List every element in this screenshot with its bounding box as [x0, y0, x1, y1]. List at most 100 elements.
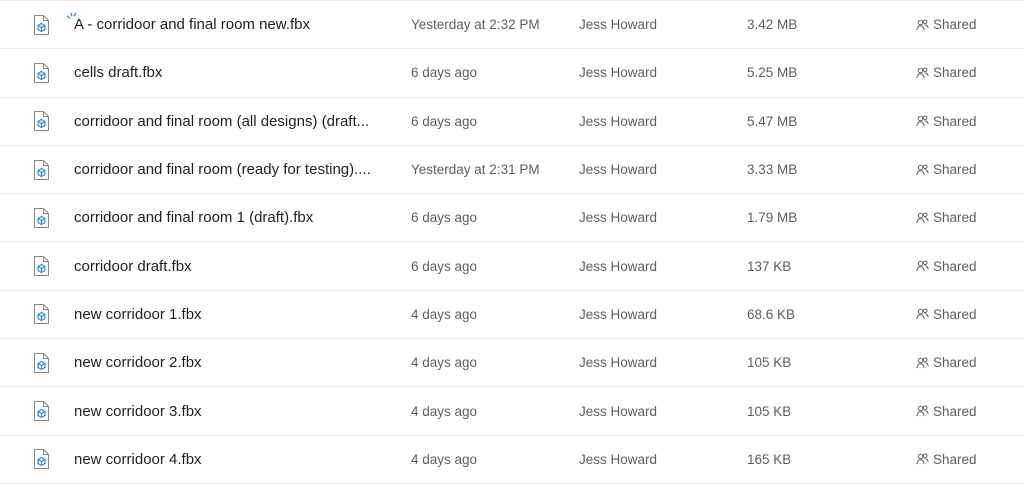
- file-type-cell[interactable]: [29, 194, 53, 241]
- file-size-cell: 3.42 MB: [747, 1, 867, 48]
- file-name-cell[interactable]: new corridoor 1.fbx: [74, 291, 392, 338]
- sharing-status[interactable]: Shared: [933, 452, 977, 467]
- modified-by-name[interactable]: Jess Howard: [579, 65, 657, 80]
- sharing-status[interactable]: Shared: [933, 162, 977, 177]
- shared-people-icon: [916, 19, 929, 31]
- file-size: 1.79 MB: [747, 210, 798, 226]
- file-size: 68.6 KB: [747, 306, 796, 322]
- sharing-status[interactable]: Shared: [933, 17, 977, 32]
- file-row[interactable]: corridoor and final room (all designs) (…: [0, 98, 1024, 146]
- modified-date: 4 days ago: [411, 451, 478, 467]
- modified-by-name[interactable]: Jess Howard: [579, 355, 657, 370]
- file-name-link[interactable]: new corridoor 3.fbx: [74, 403, 202, 420]
- file-name-link[interactable]: corridoor and final room 1 (draft).fbx: [74, 209, 313, 226]
- file-size-cell: 1.79 MB: [747, 194, 867, 241]
- 3d-file-icon: [33, 352, 49, 373]
- file-row[interactable]: new corridoor 3.fbx 4 days ago Jess Howa…: [0, 387, 1024, 436]
- modified-by-name[interactable]: Jess Howard: [579, 259, 657, 274]
- shared-people-icon: [916, 453, 929, 465]
- file-name-cell[interactable]: A - corridoor and final room new.fbx: [74, 1, 392, 48]
- sharing-status[interactable]: Shared: [933, 65, 977, 80]
- 3d-file-icon: [33, 304, 49, 325]
- file-name-link[interactable]: corridoor and final room (ready for test…: [74, 161, 371, 178]
- sharing-cell[interactable]: Shared: [916, 98, 1016, 145]
- modified-date: 6 days ago: [411, 113, 478, 129]
- sharing-cell[interactable]: Shared: [916, 436, 1016, 483]
- file-row[interactable]: new corridoor 2.fbx 4 days ago Jess Howa…: [0, 339, 1024, 388]
- file-name-link[interactable]: corridoor draft.fbx: [74, 258, 192, 275]
- sharing-cell[interactable]: Shared: [916, 1, 1016, 48]
- sharing-cell[interactable]: Shared: [916, 49, 1016, 96]
- modified-by-name[interactable]: Jess Howard: [579, 17, 657, 32]
- file-list: A - corridoor and final room new.fbx Yes…: [0, 0, 1024, 497]
- modified-date: 6 days ago: [411, 210, 478, 226]
- file-type-cell[interactable]: [29, 49, 53, 96]
- file-name-cell[interactable]: new corridoor 4.fbx: [74, 436, 392, 483]
- file-type-cell[interactable]: [29, 436, 53, 483]
- sharing-cell[interactable]: Shared: [916, 242, 1016, 289]
- modified-cell: 4 days ago: [411, 436, 561, 483]
- sharing-status[interactable]: Shared: [933, 307, 977, 322]
- file-row[interactable]: new corridoor 1.fbx 4 days ago Jess Howa…: [0, 291, 1024, 340]
- sharing-cell[interactable]: Shared: [916, 291, 1016, 338]
- modified-cell: Yesterday at 2:31 PM: [411, 146, 561, 193]
- modified-cell: 6 days ago: [411, 98, 561, 145]
- file-name-cell[interactable]: new corridoor 3.fbx: [74, 387, 392, 434]
- sharing-cell[interactable]: Shared: [916, 194, 1016, 241]
- 3d-file-icon: [33, 159, 49, 180]
- file-size: 3.42 MB: [747, 17, 798, 33]
- file-type-cell[interactable]: [29, 339, 53, 386]
- file-type-cell[interactable]: [29, 291, 53, 338]
- modified-by-cell: Jess Howard: [579, 387, 729, 434]
- sharing-status[interactable]: Shared: [933, 355, 977, 370]
- file-size-cell: 165 KB: [747, 436, 867, 483]
- file-name-link[interactable]: A - corridoor and final room new.fbx: [74, 16, 310, 33]
- sharing-status[interactable]: Shared: [933, 404, 977, 419]
- modified-by-name[interactable]: Jess Howard: [579, 452, 657, 467]
- modified-by-name[interactable]: Jess Howard: [579, 114, 657, 129]
- modified-by-name[interactable]: Jess Howard: [579, 404, 657, 419]
- file-size-cell: 105 KB: [747, 387, 867, 434]
- file-name-link[interactable]: new corridoor 2.fbx: [74, 354, 202, 371]
- sharing-cell[interactable]: Shared: [916, 339, 1016, 386]
- sharing-status[interactable]: Shared: [933, 259, 977, 274]
- file-row[interactable]: cells draft.fbx 6 days ago Jess Howard 5…: [0, 49, 1024, 98]
- file-name-cell[interactable]: corridoor and final room (all designs) (…: [74, 98, 392, 145]
- modified-by-cell: Jess Howard: [579, 98, 729, 145]
- file-type-cell[interactable]: [29, 98, 53, 145]
- file-name-cell[interactable]: new corridoor 2.fbx: [74, 339, 392, 386]
- file-row[interactable]: new corridoor 4.fbx 4 days ago Jess Howa…: [0, 436, 1024, 484]
- file-name-cell[interactable]: corridoor and final room 1 (draft).fbx: [74, 194, 392, 241]
- modified-date: Yesterday at 2:31 PM: [411, 162, 540, 178]
- file-type-cell[interactable]: [29, 146, 53, 193]
- modified-by-cell: Jess Howard: [579, 194, 729, 241]
- file-size-cell: 5.25 MB: [747, 49, 867, 96]
- file-row[interactable]: A - corridoor and final room new.fbx Yes…: [0, 1, 1024, 50]
- file-row[interactable]: corridoor and final room 1 (draft).fbx 6…: [0, 194, 1024, 243]
- file-row[interactable]: corridoor draft.fbx 6 days ago Jess Howa…: [0, 242, 1024, 291]
- sharing-status[interactable]: Shared: [933, 210, 977, 225]
- file-name-link[interactable]: cells draft.fbx: [74, 64, 162, 81]
- file-size: 137 KB: [747, 258, 792, 274]
- file-name-link[interactable]: new corridoor 4.fbx: [74, 451, 202, 468]
- file-row[interactable]: corridoor and final room (ready for test…: [0, 146, 1024, 195]
- file-type-cell[interactable]: [29, 1, 53, 48]
- modified-date: Yesterday at 2:32 PM: [411, 17, 540, 33]
- file-name-cell[interactable]: corridoor and final room (ready for test…: [74, 146, 392, 193]
- file-type-cell[interactable]: [29, 387, 53, 434]
- file-name-cell[interactable]: corridoor draft.fbx: [74, 242, 392, 289]
- modified-by-cell: Jess Howard: [579, 242, 729, 289]
- modified-by-name[interactable]: Jess Howard: [579, 307, 657, 322]
- sharing-cell[interactable]: Shared: [916, 146, 1016, 193]
- shared-people-icon: [916, 164, 929, 176]
- file-name-cell[interactable]: cells draft.fbx: [74, 49, 392, 96]
- file-name-link[interactable]: corridoor and final room (all designs) (…: [74, 113, 369, 130]
- sharing-cell[interactable]: Shared: [916, 387, 1016, 434]
- file-type-cell[interactable]: [29, 242, 53, 289]
- modified-by-name[interactable]: Jess Howard: [579, 210, 657, 225]
- sharing-status[interactable]: Shared: [933, 114, 977, 129]
- file-size-cell: 5.47 MB: [747, 98, 867, 145]
- shared-people-icon: [916, 405, 929, 417]
- modified-by-name[interactable]: Jess Howard: [579, 162, 657, 177]
- file-name-link[interactable]: new corridoor 1.fbx: [74, 306, 202, 323]
